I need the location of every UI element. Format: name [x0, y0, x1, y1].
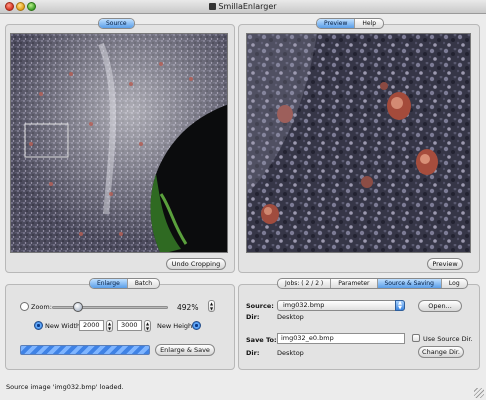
save-to-field[interactable]: img032_e0.bmp: [277, 333, 405, 344]
zoom-label: Zoom:: [31, 303, 52, 311]
use-source-dir-label: Use Source Dir.: [423, 335, 473, 343]
zoom-slider-track[interactable]: [52, 306, 168, 309]
tab-jobs[interactable]: Jobs: ( 2 / 2 ): [278, 279, 332, 288]
enlarge-tab-group: Enlarge Batch: [89, 278, 161, 289]
preview-image[interactable]: [246, 33, 471, 253]
title-bar: SmillaEnlarger: [0, 0, 486, 14]
tab-source[interactable]: Source: [99, 19, 134, 28]
status-text: Source image 'img032.bmp' loaded.: [6, 383, 124, 391]
tab-help[interactable]: Help: [355, 19, 383, 28]
tab-parameter[interactable]: Parameter: [331, 279, 378, 288]
source-image[interactable]: [10, 33, 228, 253]
tab-source-saving[interactable]: Source & Saving: [377, 279, 442, 288]
source-label: Source:: [246, 302, 274, 310]
progress-bar: [20, 345, 150, 355]
preview-button[interactable]: Preview: [427, 258, 463, 270]
new-height-radio[interactable]: [192, 321, 201, 330]
zoom-slider-knob[interactable]: [72, 302, 83, 312]
new-width-field[interactable]: 2000: [79, 320, 104, 331]
app-icon: [209, 3, 217, 10]
popup-arrows-icon: ▲ ▼: [395, 300, 405, 311]
source-dir-value: Desktop: [277, 313, 304, 321]
zoom-stepper[interactable]: ▲ ▼: [208, 300, 215, 312]
preview-tab-group: Preview Help: [316, 18, 385, 29]
enlarge-save-button[interactable]: Enlarge & Save: [155, 344, 215, 356]
resize-grip-icon[interactable]: [474, 388, 484, 398]
save-dir-label: Dir:: [246, 349, 260, 357]
new-width-radio[interactable]: [34, 321, 43, 330]
change-dir-button[interactable]: Change Dir.: [418, 346, 464, 358]
tab-log[interactable]: Log: [442, 279, 467, 288]
source-dir-label: Dir:: [246, 313, 260, 321]
new-width-label: New Width:: [45, 322, 83, 330]
save-dir-value: Desktop: [277, 349, 304, 357]
undo-cropping-button[interactable]: Undo Cropping: [166, 258, 226, 270]
zoom-radio[interactable]: [20, 302, 29, 311]
source-tab-group: Source: [98, 18, 135, 29]
new-height-stepper[interactable]: ▲ ▼: [144, 320, 151, 332]
tab-enlarge[interactable]: Enlarge: [90, 279, 128, 288]
new-height-field[interactable]: 3000: [117, 320, 142, 331]
new-width-stepper[interactable]: ▲ ▼: [106, 320, 113, 332]
tab-preview[interactable]: Preview: [317, 19, 356, 28]
source-popup[interactable]: img032.bmp ▲ ▼: [277, 300, 405, 311]
save-to-label: Save To:: [246, 336, 277, 344]
new-height-label: New Height: [157, 322, 195, 330]
zoom-value: 492%: [177, 303, 199, 312]
window-title: SmillaEnlarger: [218, 2, 277, 11]
open-button[interactable]: Open...: [418, 300, 462, 312]
source-popup-value: img032.bmp: [283, 301, 325, 309]
jobs-tab-group: Jobs: ( 2 / 2 ) Parameter Source & Savin…: [277, 278, 468, 289]
tab-batch[interactable]: Batch: [128, 279, 159, 288]
use-source-dir-checkbox[interactable]: [412, 334, 420, 342]
